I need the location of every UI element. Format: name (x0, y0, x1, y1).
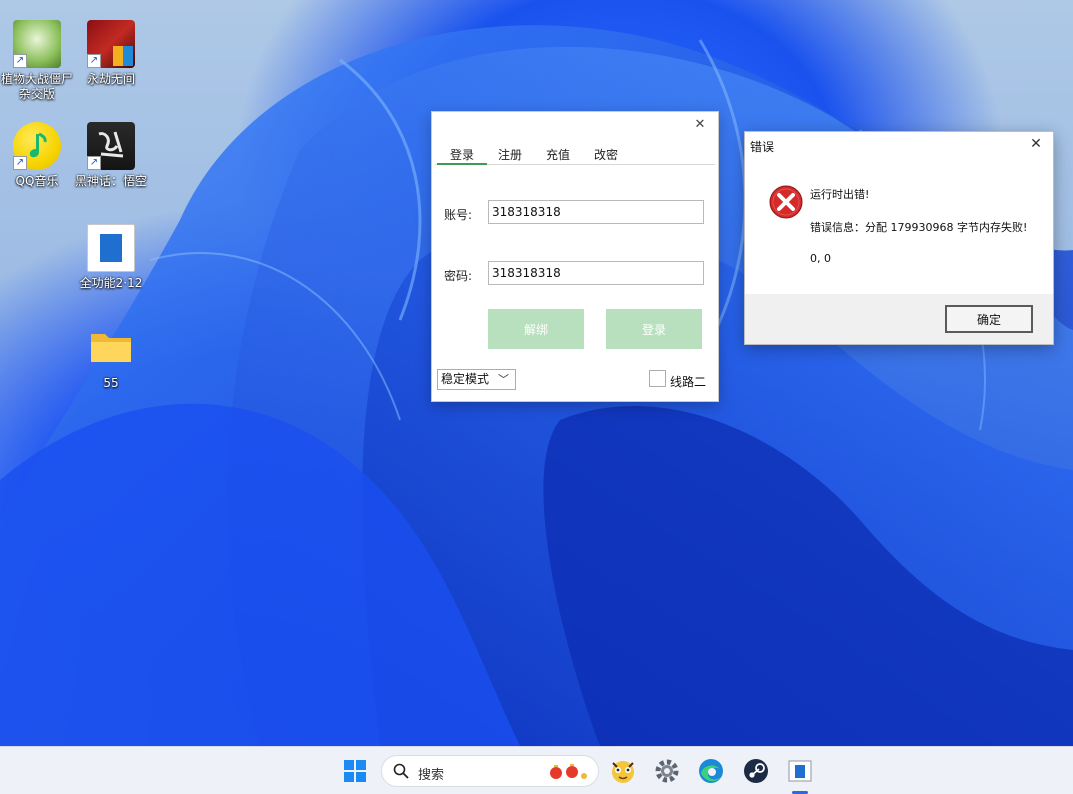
dialog-body: 运行时出错! 错误信息：分配 179930968 字节内存失败! 0, 0 (745, 157, 1053, 294)
qq-music-icon: ↗ (13, 122, 61, 170)
desktop-icon-app[interactable]: 全功能2·12 (74, 224, 148, 291)
line-two-label: 线路二 (670, 375, 707, 389)
chevron-down-icon: ﹀ (498, 373, 509, 386)
tab-change-password[interactable]: 改密 (594, 148, 618, 165)
plants-vs-zombies-icon: ↗ (13, 20, 61, 68)
game-mascot-icon[interactable] (607, 755, 639, 787)
app-window-icon[interactable] (784, 755, 816, 787)
search-icon (393, 763, 409, 779)
desktop-icon-label: 全功能2·12 (79, 276, 143, 290)
tab-bar: 登录 注册 充值 改密 (435, 148, 715, 165)
lantern-decoration-icon (550, 764, 587, 779)
desktop-icon-label: QQ音乐 (15, 174, 59, 188)
error-dialog: 错误 ✕ 运行时出错! 错误信息：分配 179930968 字节内存失败! 0,… (744, 131, 1054, 345)
error-message-title: 运行时出错! (810, 188, 870, 201)
folder-icon (87, 324, 135, 372)
desktop-icon-label: 黑神话：悟空 (74, 174, 147, 188)
error-icon (769, 185, 803, 219)
line-two-checkbox[interactable] (649, 370, 666, 387)
app-window-panel (100, 234, 122, 262)
app-window-icon (87, 224, 135, 272)
shortcut-arrow-icon: ↗ (13, 156, 27, 170)
password-input[interactable] (488, 261, 704, 285)
shortcut-arrow-icon: ↗ (13, 54, 27, 68)
app-taskbar-icon (788, 760, 812, 782)
edge-logo-icon (699, 759, 723, 783)
black-myth-wukong-icon: ↗ (87, 122, 135, 170)
account-input[interactable] (488, 200, 704, 224)
shortcut-arrow-icon: ↗ (87, 54, 101, 68)
desktop-icon-black-myth-wukong[interactable]: ↗ 黑神话：悟空 (74, 122, 148, 189)
mascot-face-icon (612, 761, 634, 783)
close-button[interactable]: ✕ (692, 117, 708, 133)
taskbar: 搜索 (0, 746, 1073, 794)
windows-shield-icon (113, 46, 133, 66)
shortcut-arrow-icon: ↗ (87, 156, 101, 170)
windows-logo-icon (344, 760, 366, 782)
password-label: 密码: (444, 269, 473, 283)
login-window: ✕ 登录 注册 充值 改密 账号: 密码: 解绑 登录 稳定模式 ﹀ 线路二 (431, 111, 719, 402)
error-message-detail: 错误信息：分配 179930968 字节内存失败! (810, 221, 1028, 234)
desktop-icon-qq-music[interactable]: ↗ QQ音乐 (0, 122, 74, 189)
login-button[interactable]: 登录 (606, 309, 702, 349)
windows-start-icon[interactable] (339, 755, 371, 787)
search-placeholder: 搜索 (418, 768, 445, 783)
mode-select-value: 稳定模式 (441, 372, 490, 386)
error-message-code: 0, 0 (810, 252, 831, 265)
ok-button[interactable]: 确定 (945, 305, 1033, 333)
edge-browser-icon[interactable] (695, 755, 727, 787)
settings-gear-icon[interactable] (651, 755, 683, 787)
desktop-icon-naraka[interactable]: ↗ 永劫无间 (74, 20, 148, 87)
steam-logo-icon (744, 759, 768, 783)
search-box[interactable]: 搜索 (381, 755, 599, 787)
gear-icon (655, 759, 679, 783)
steam-icon[interactable] (740, 755, 772, 787)
mode-select[interactable]: 稳定模式 ﹀ (437, 369, 516, 390)
desktop-icon-label: 55 (103, 376, 119, 390)
desktop-icon-label: 植物大战僵尸杂交版 (0, 72, 73, 101)
unbind-button[interactable]: 解绑 (488, 309, 584, 349)
dialog-title: 错误 (750, 140, 775, 154)
folder-shape (91, 334, 131, 362)
close-button[interactable]: ✕ (1027, 135, 1045, 153)
desktop-icon-label: 永劫无间 (86, 72, 135, 86)
desktop-icon-folder-55[interactable]: 55 (74, 324, 148, 391)
desktop-icon-plants-vs-zombies[interactable]: ↗ 植物大战僵尸杂交版 (0, 20, 74, 102)
account-label: 账号: (444, 208, 473, 222)
tab-register[interactable]: 注册 (498, 148, 522, 165)
tab-recharge[interactable]: 充值 (546, 148, 570, 165)
tab-login[interactable]: 登录 (437, 148, 487, 165)
naraka-icon: ↗ (87, 20, 135, 68)
dialog-footer: 确定 (745, 294, 1053, 344)
